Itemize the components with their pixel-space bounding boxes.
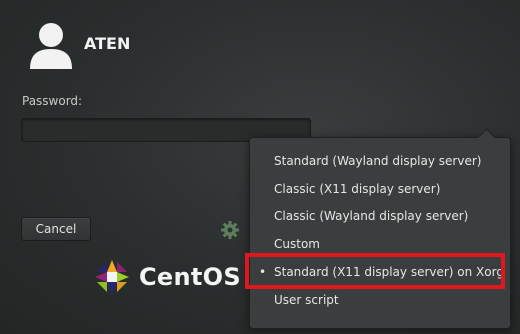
menu-item-label: Classic (X11 display server) — [274, 182, 441, 196]
centos-logo-icon — [95, 260, 129, 294]
username-label: ATEN — [84, 34, 131, 53]
session-gear-icon[interactable] — [220, 220, 240, 240]
menu-item-label: Standard (Wayland display server) — [274, 154, 482, 168]
menu-item-standard-wayland[interactable]: Standard (Wayland display server) — [250, 148, 510, 174]
user-avatar-icon — [30, 23, 72, 69]
menu-item-label: Classic (Wayland display server) — [274, 209, 469, 223]
password-label: Password: — [22, 94, 83, 108]
cancel-button[interactable]: Cancel — [21, 217, 91, 241]
centos-logo-text: CentOS — [139, 263, 241, 291]
centos-logo: CentOS — [93, 258, 241, 296]
menu-item-classic-x11[interactable]: Classic (X11 display server) — [250, 176, 510, 202]
menu-item-label: User script — [274, 293, 339, 307]
menu-item-user-script[interactable]: User script — [250, 287, 510, 313]
session-menu: Standard (Wayland display server) Classi… — [249, 128, 511, 329]
menu-caret — [477, 128, 496, 147]
annotation-highlight-box — [245, 253, 505, 289]
menu-item-label: Custom — [274, 237, 320, 251]
menu-item-classic-wayland[interactable]: Classic (Wayland display server) — [250, 203, 510, 229]
